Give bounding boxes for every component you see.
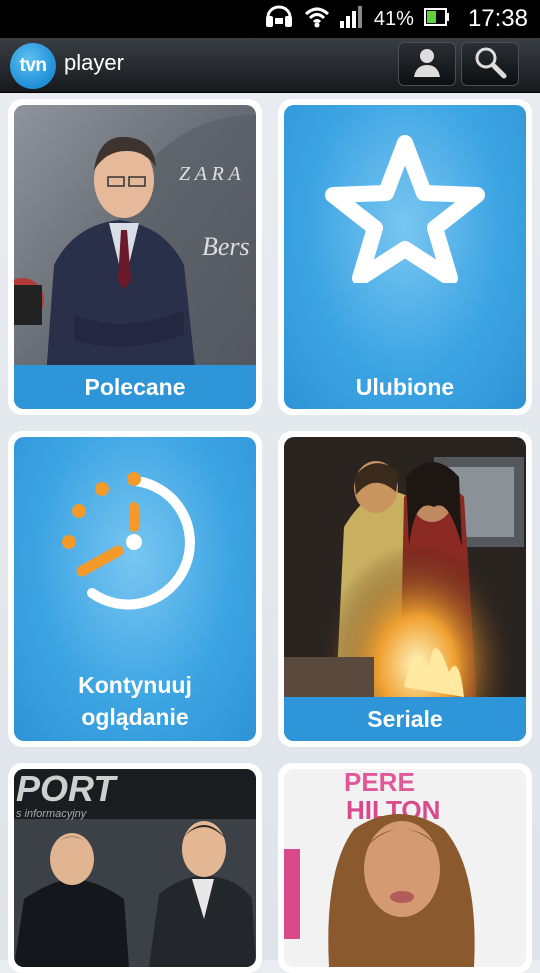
sport-photo: PORT s informacyjny <box>14 769 256 967</box>
celebrity-photo: PERE HILTON <box>284 769 526 967</box>
tile-polecane[interactable]: Z A R A Bers Polecane <box>8 99 262 415</box>
search-button[interactable] <box>461 42 519 86</box>
search-icon <box>473 45 507 83</box>
headset-icon <box>264 5 294 33</box>
app-bar: tvn player <box>0 38 540 93</box>
tile-kontynuuj-label-line2: oglądanie <box>81 704 189 730</box>
account-button[interactable] <box>398 42 456 86</box>
tile-seriale-label: Seriale <box>284 697 526 741</box>
star-icon <box>325 135 485 283</box>
battery-icon <box>423 8 450 30</box>
sport-photo-title: PORT <box>16 769 118 809</box>
svg-text:Z A R A: Z A R A <box>179 163 241 185</box>
tile-kontynuuj[interactable]: Kontynuuj oglądanie <box>8 431 262 747</box>
svg-text:Bers: Bers <box>202 232 250 261</box>
status-bar: 41% 17:38 <box>0 0 540 38</box>
tile-sport[interactable]: PORT s informacyjny <box>8 763 262 973</box>
tile-sport-inner: PORT s informacyjny <box>14 769 256 967</box>
battery-percent: 41% <box>373 7 414 30</box>
tile-seriale-inner: Seriale <box>284 437 526 741</box>
tile-ulubione-label: Ulubione <box>355 374 455 400</box>
clock-icon <box>62 472 195 610</box>
signal-icon <box>339 6 364 32</box>
seriale-photo <box>284 437 526 741</box>
tile-polecane-inner: Z A R A Bers Polecane <box>14 105 256 409</box>
account-icon <box>410 45 444 83</box>
celebrity-photo-title: PERE <box>344 769 415 797</box>
tile-seriale[interactable]: Seriale <box>278 431 532 747</box>
polecane-photo: Z A R A Bers <box>14 105 256 409</box>
tile-kontynuuj-inner: Kontynuuj oglądanie <box>14 437 256 741</box>
tvn-logo: tvn <box>10 43 56 89</box>
tile-celebrity-inner: PERE HILTON <box>284 769 526 967</box>
tile-celebrity[interactable]: PERE HILTON <box>278 763 532 973</box>
app-title: player <box>64 50 124 75</box>
wifi-icon <box>304 6 330 32</box>
tile-ulubione-inner: Ulubione <box>284 105 526 409</box>
tile-ulubione[interactable]: Ulubione <box>278 99 532 415</box>
tile-polecane-label: Polecane <box>14 365 256 409</box>
clock-time: 17:38 <box>467 5 528 32</box>
tile-kontynuuj-label-line1: Kontynuuj <box>78 672 192 698</box>
sport-photo-subtitle: s informacyjny <box>16 808 88 820</box>
